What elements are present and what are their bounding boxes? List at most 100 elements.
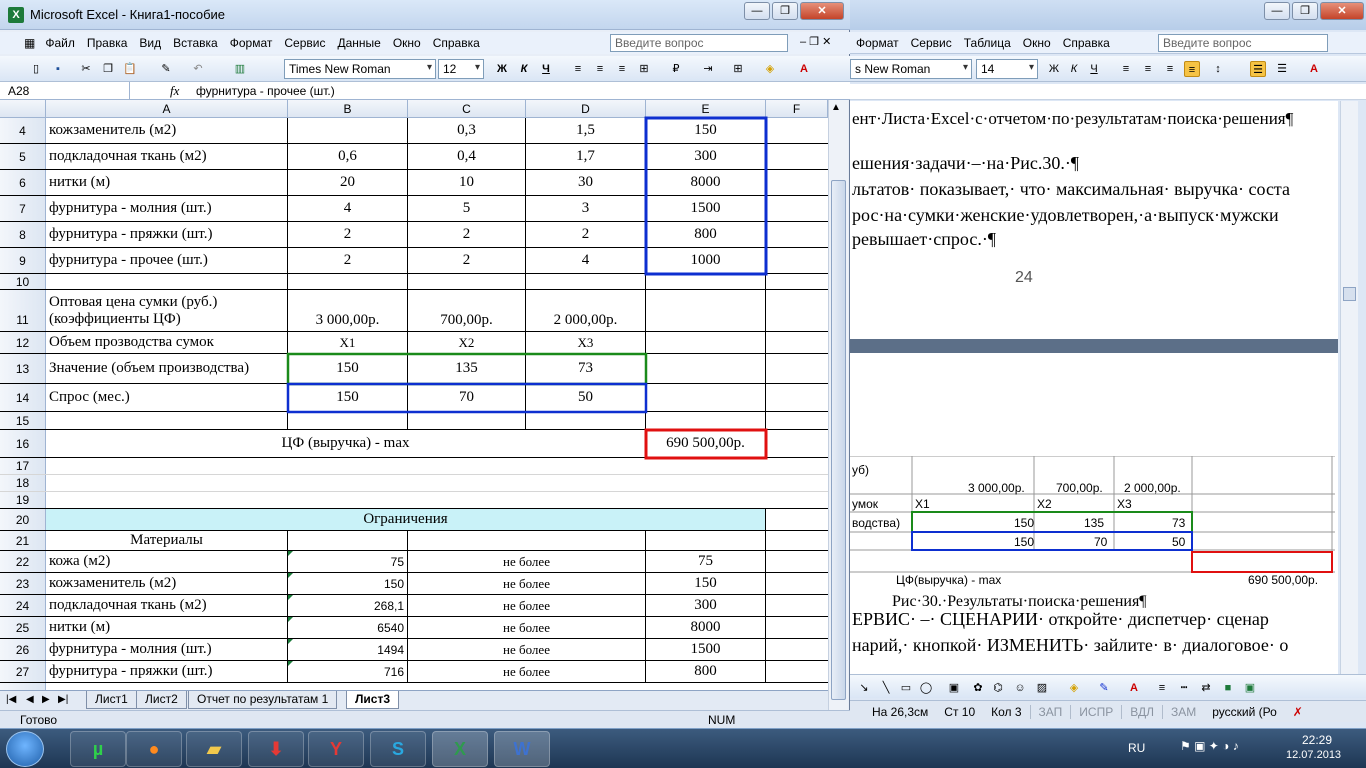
cell-a12[interactable]: Объем прозводства сумок bbox=[46, 332, 288, 353]
cell-b5[interactable]: 0,6 bbox=[288, 144, 408, 169]
dash-style-icon[interactable]: ┅ bbox=[1176, 680, 1192, 696]
formula-input[interactable]: фурнитура - прочее (шт.) bbox=[196, 84, 335, 98]
currency-icon[interactable]: ₽ bbox=[668, 61, 684, 77]
minimize-icon[interactable]: — bbox=[1264, 2, 1290, 20]
cell-b9[interactable]: 2 bbox=[288, 248, 408, 273]
row-header[interactable]: 6 bbox=[0, 170, 46, 195]
cell-e15[interactable] bbox=[646, 412, 766, 429]
italic-icon[interactable]: К bbox=[1066, 61, 1082, 77]
row-header[interactable]: 26 bbox=[0, 639, 46, 660]
align-right-icon[interactable]: ≡ bbox=[1162, 61, 1178, 77]
picture-icon[interactable]: ▨ bbox=[1034, 680, 1050, 696]
column-header-b[interactable]: B bbox=[288, 100, 408, 118]
cell-a26[interactable]: фурнитура - молния (шт.) bbox=[46, 639, 288, 660]
shadow-icon[interactable]: ■ bbox=[1220, 680, 1236, 696]
cell-a25[interactable]: нитки (м) bbox=[46, 617, 288, 638]
cell-c24[interactable]: не более bbox=[408, 595, 646, 616]
start-button[interactable] bbox=[6, 731, 44, 767]
cell-a20-merged[interactable]: Ограничения bbox=[46, 509, 766, 530]
status-ispr[interactable]: ИСПР bbox=[1070, 704, 1121, 719]
cell-b24[interactable]: 268,1 bbox=[288, 595, 408, 616]
line-color-icon[interactable]: ✎ bbox=[1096, 680, 1112, 696]
cell-e24[interactable]: 300 bbox=[646, 595, 766, 616]
minimize-icon[interactable]: — bbox=[744, 2, 770, 20]
cell-e10[interactable] bbox=[646, 274, 766, 289]
column-header-c[interactable]: C bbox=[408, 100, 526, 118]
menu-table[interactable]: Таблица bbox=[958, 36, 1017, 50]
menu-format[interactable]: Формат bbox=[224, 36, 279, 50]
cut-icon[interactable]: ✂ bbox=[78, 61, 94, 77]
clock-time[interactable]: 22:29 bbox=[1302, 733, 1332, 747]
row-header[interactable]: 16 bbox=[0, 430, 46, 457]
align-left-icon[interactable]: ≡ bbox=[570, 61, 586, 77]
cell-b14[interactable]: 150 bbox=[288, 384, 408, 411]
row-header[interactable]: 12 bbox=[0, 332, 46, 353]
close-icon[interactable]: ✕ bbox=[1320, 2, 1364, 20]
cell-b7[interactable]: 4 bbox=[288, 196, 408, 221]
fx-icon[interactable]: fx bbox=[170, 83, 179, 99]
row-header[interactable]: 8 bbox=[0, 222, 46, 247]
row-header[interactable]: 24 bbox=[0, 595, 46, 616]
column-header-f[interactable]: F bbox=[766, 100, 828, 118]
sheet-tab-2[interactable]: Лист2 bbox=[136, 691, 187, 709]
menu-service[interactable]: Сервис bbox=[905, 36, 958, 50]
row-header[interactable]: 17 bbox=[0, 458, 46, 474]
cell-e13[interactable] bbox=[646, 354, 766, 383]
cell-a21[interactable]: Материалы bbox=[46, 531, 288, 550]
fill-color-icon[interactable]: ◈ bbox=[1066, 680, 1082, 696]
menu-edit[interactable]: Правка bbox=[81, 36, 134, 50]
scroll-thumb[interactable] bbox=[831, 180, 846, 700]
row-header[interactable]: 27 bbox=[0, 661, 46, 682]
excel-taskbar-icon[interactable]: X bbox=[432, 731, 488, 767]
column-header-e[interactable]: E bbox=[646, 100, 766, 118]
cell-b12[interactable]: X1 bbox=[288, 332, 408, 353]
spreadsheet-grid[interactable]: A B C D E F 4 кожзаменитель (м2) 0,3 1,5… bbox=[0, 100, 828, 690]
menu-window[interactable]: Окно bbox=[1017, 36, 1057, 50]
row-header[interactable]: 4 bbox=[0, 118, 46, 143]
cell-a4[interactable]: кожзаменитель (м2) bbox=[46, 118, 288, 143]
column-header-d[interactable]: D bbox=[526, 100, 646, 118]
menu-window[interactable]: Окно bbox=[387, 36, 427, 50]
cell-e27[interactable]: 800 bbox=[646, 661, 766, 682]
menu-service[interactable]: Сервис bbox=[278, 36, 331, 50]
cell-a6[interactable]: нитки (м) bbox=[46, 170, 288, 195]
row-header[interactable]: 25 bbox=[0, 617, 46, 638]
chart-icon[interactable]: ▥ bbox=[232, 61, 248, 77]
font-color-icon[interactable]: A bbox=[1306, 61, 1322, 77]
numbering-icon[interactable]: ☰ bbox=[1250, 61, 1266, 77]
cell-e6[interactable]: 8000 bbox=[646, 170, 766, 195]
cell-c10[interactable] bbox=[408, 274, 526, 289]
paste-icon[interactable]: 📋 bbox=[122, 61, 138, 77]
rectangle-icon[interactable]: ▭ bbox=[898, 680, 914, 696]
cell-e8[interactable]: 800 bbox=[646, 222, 766, 247]
cell-b13[interactable]: 150 bbox=[288, 354, 408, 383]
column-header-a[interactable]: A bbox=[46, 100, 288, 118]
cell-a13[interactable]: Значение (объем производства) bbox=[46, 354, 288, 383]
arrow-icon[interactable]: ↘ bbox=[856, 680, 872, 696]
cell-c23[interactable]: не более bbox=[408, 573, 646, 594]
line-icon[interactable]: ╲ bbox=[878, 680, 894, 696]
cell-a14[interactable]: Спрос (мес.) bbox=[46, 384, 288, 411]
cell-c27[interactable]: не более bbox=[408, 661, 646, 682]
cell-a10[interactable] bbox=[46, 274, 288, 289]
cell-c6[interactable]: 10 bbox=[408, 170, 526, 195]
cell-d10[interactable] bbox=[526, 274, 646, 289]
vertical-scrollbar[interactable]: ▲ bbox=[828, 100, 848, 712]
format-painter-icon[interactable]: ✎ bbox=[158, 61, 174, 77]
cell-d6[interactable]: 30 bbox=[526, 170, 646, 195]
restore-icon[interactable]: ❐ bbox=[772, 2, 798, 20]
clock-date[interactable]: 12.07.2013 bbox=[1286, 749, 1341, 761]
word-taskbar-icon[interactable]: W bbox=[494, 731, 550, 767]
merge-center-icon[interactable]: ⊞ bbox=[636, 61, 652, 77]
cell-c14[interactable]: 70 bbox=[408, 384, 526, 411]
line-spacing-icon[interactable]: ↕ bbox=[1210, 61, 1226, 77]
cell-a24[interactable]: подкладочная ткань (м2) bbox=[46, 595, 288, 616]
cell-b8[interactable]: 2 bbox=[288, 222, 408, 247]
row-header[interactable]: 9 bbox=[0, 248, 46, 273]
cell-d5[interactable]: 1,7 bbox=[526, 144, 646, 169]
cell-b22[interactable]: 75 bbox=[288, 551, 408, 572]
row-header[interactable]: 23 bbox=[0, 573, 46, 594]
copy-icon[interactable]: ❐ bbox=[100, 61, 116, 77]
cell-b4[interactable] bbox=[288, 118, 408, 143]
restore-icon[interactable]: ❐ bbox=[1292, 2, 1318, 20]
